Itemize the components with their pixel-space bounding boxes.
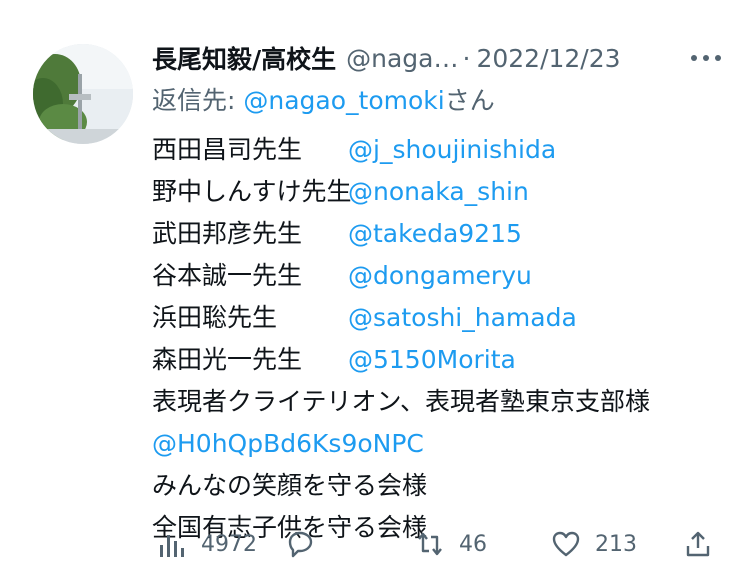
avatar-photo	[33, 44, 133, 144]
reply-to: 返信先: @nagao_tomokiさん	[152, 81, 495, 117]
reply-to-prefix: 返信先:	[152, 86, 244, 115]
retweet-count: 46	[459, 531, 487, 557]
mention-link[interactable]: @H0hQpBd6Ks9oNPC	[152, 423, 742, 465]
tweet-body: 西田昌司先生 @j_shoujinishida 野中しんすけ先生 @nonaka…	[152, 129, 742, 549]
person-name: 森田光一先生	[152, 345, 303, 374]
person-name: 武田邦彦先生	[152, 219, 303, 248]
share-icon	[686, 531, 710, 557]
reply-to-suffix: さん	[444, 86, 495, 115]
person-name: 西田昌司先生	[152, 135, 303, 164]
mention-line: 森田光一先生 @5150Morita	[152, 339, 742, 381]
author-handle[interactable]: @naga…	[346, 44, 458, 73]
tweet-date[interactable]: 2022/12/23	[476, 44, 620, 73]
views-button[interactable]: 4972	[157, 522, 257, 566]
text-line: 表現者クライテリオン、表現者塾東京支部様	[152, 387, 651, 416]
more-horizontal-icon[interactable]	[686, 48, 726, 68]
person-name: 浜田聡先生	[152, 303, 278, 332]
like-icon	[552, 531, 580, 557]
mention-link[interactable]: @dongameryu	[348, 255, 532, 297]
tweet-header: 長尾知毅/高校生 @naga… · 2022/12/23	[152, 38, 742, 78]
mention-line: 西田昌司先生 @j_shoujinishida	[152, 129, 742, 171]
like-button[interactable]: 213	[551, 522, 637, 566]
separator-dot: ·	[462, 43, 471, 73]
share-button[interactable]	[683, 522, 713, 566]
mention-link[interactable]: @takeda9215	[348, 213, 522, 255]
reply-to-handle-link[interactable]: @nagao_tomoki	[243, 86, 444, 115]
analytics-icon	[160, 535, 184, 557]
avatar[interactable]	[33, 44, 133, 144]
mention-line: 谷本誠一先生 @dongameryu	[152, 255, 742, 297]
person-name: 谷本誠一先生	[152, 261, 303, 290]
mention-link[interactable]: @nonaka_shin	[348, 171, 529, 213]
mention-line: 武田邦彦先生 @takeda9215	[152, 213, 742, 255]
mention-link[interactable]: @5150Morita	[348, 339, 516, 381]
text-line: みんなの笑顔を守る会様	[152, 471, 428, 500]
reply-icon	[288, 531, 313, 558]
like-count: 213	[595, 531, 637, 557]
person-name: 野中しんすけ先生	[152, 177, 352, 206]
views-count: 4972	[201, 531, 257, 557]
author-display-name[interactable]: 長尾知毅/高校生	[152, 40, 336, 76]
mention-line: 野中しんすけ先生 @nonaka_shin	[152, 171, 742, 213]
mention-link[interactable]: @satoshi_hamada	[348, 297, 577, 339]
reply-button[interactable]	[285, 522, 315, 566]
retweet-icon	[418, 532, 442, 556]
tweet-actions: 4972 46 213	[0, 522, 750, 566]
retweet-button[interactable]: 46	[415, 522, 487, 566]
mention-line: 浜田聡先生 @satoshi_hamada	[152, 297, 742, 339]
mention-link[interactable]: @j_shoujinishida	[348, 129, 556, 171]
